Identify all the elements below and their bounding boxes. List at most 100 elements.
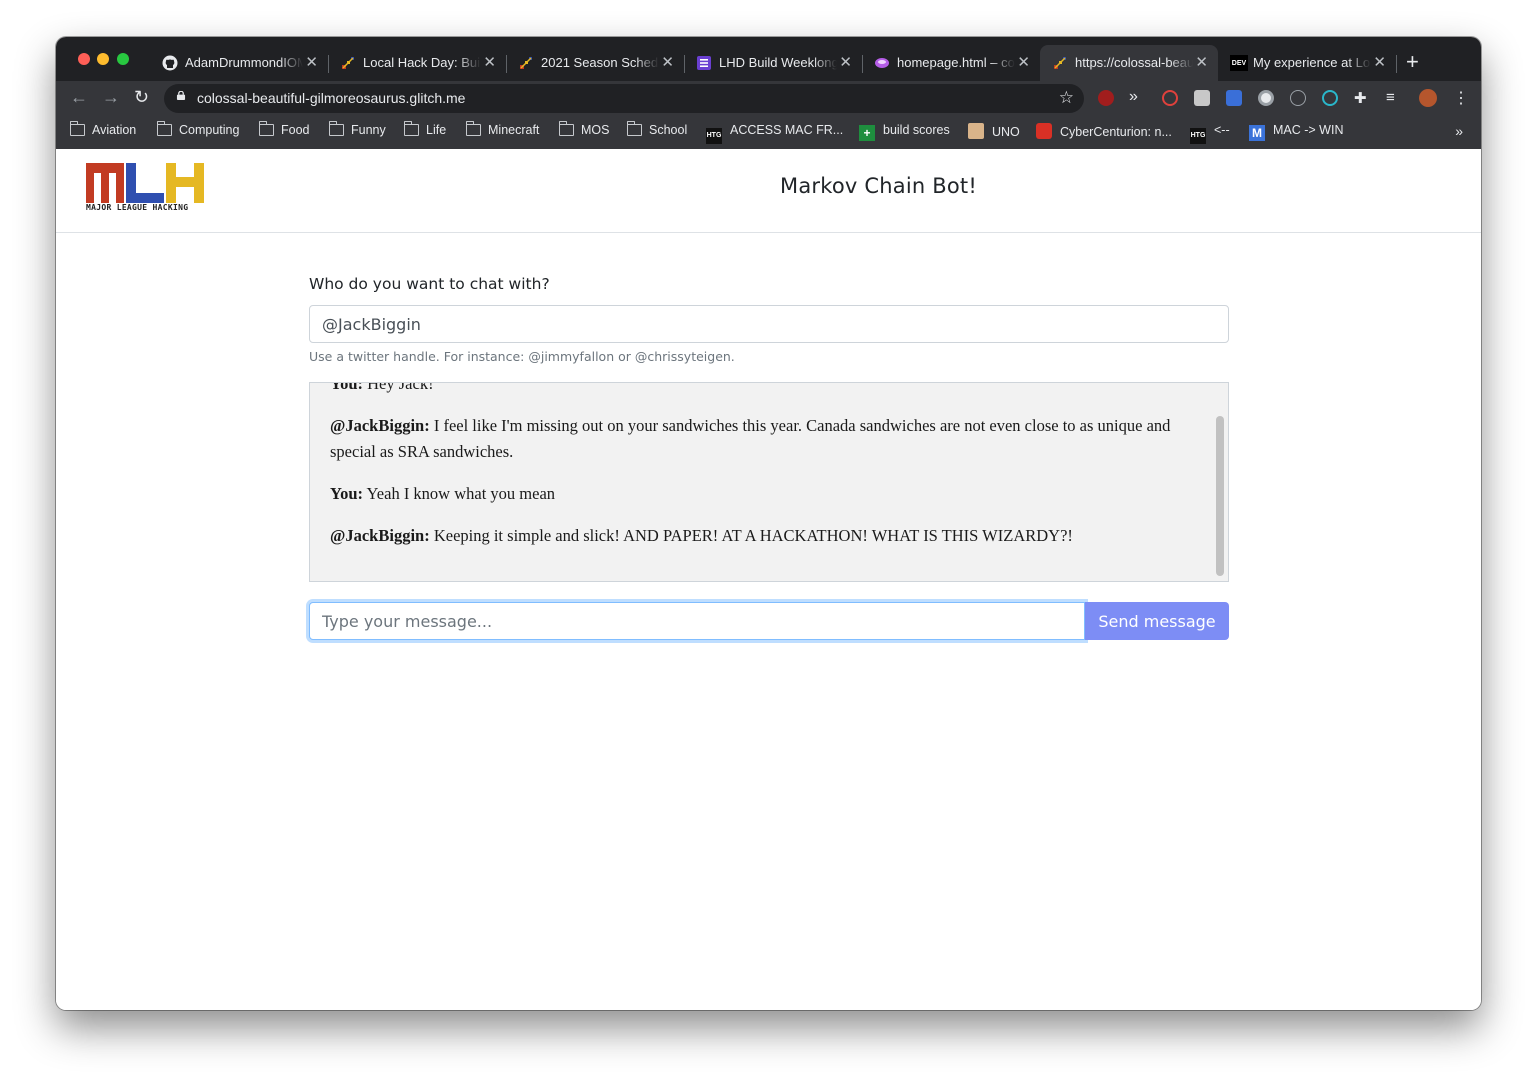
block-extension-icon[interactable] — [1162, 90, 1178, 106]
bookmark-back-arrow[interactable]: HTG <-- — [1190, 123, 1230, 144]
folder-icon — [558, 121, 574, 136]
chat-scrollbar-thumb[interactable] — [1216, 416, 1224, 576]
double-chevron-extension-icon[interactable]: » — [1129, 88, 1138, 106]
tab-strip: AdamDrummondIOM ✕ Local Hack Day: Build … — [56, 37, 1481, 81]
ublock-extension-icon[interactable] — [1098, 90, 1114, 106]
sync-extension-icon[interactable] — [1322, 90, 1338, 106]
mlh-icon — [518, 55, 534, 71]
list-icon — [696, 55, 712, 71]
message-text: Yeah I know what you mean — [366, 484, 556, 503]
new-tab-plus-icon[interactable]: + — [1406, 49, 1419, 75]
browser-toolbar: ← → ↻ colossal-beautiful-gilmoreosaurus.… — [56, 81, 1481, 117]
github-icon — [162, 55, 178, 71]
page-title: Markov Chain Bot! — [780, 174, 977, 198]
send-message-button[interactable]: Send message — [1085, 602, 1229, 640]
tab-my-experience[interactable]: DEV My experience at Local ✕ — [1218, 45, 1397, 81]
bookmark-mac-to-win[interactable]: M MAC -> WIN — [1249, 123, 1343, 141]
htg-icon: HTG — [706, 128, 722, 144]
message-sender: You: — [330, 382, 364, 393]
forward-arrow-icon[interactable]: → — [102, 87, 120, 108]
bookmark-build-scores[interactable]: + build scores — [859, 123, 950, 141]
folder-icon — [258, 121, 274, 136]
tab-colossal-active[interactable]: https://colossal-beautiful ✕ — [1040, 45, 1218, 81]
media-queue-icon[interactable]: ≡ — [1386, 89, 1395, 106]
clock-extension-icon[interactable] — [1290, 90, 1306, 106]
bookmark-folder-life[interactable]: Life — [403, 121, 446, 137]
tab-close-icon[interactable]: ✕ — [1373, 53, 1386, 71]
chat-message: You: Hey Jack! — [330, 382, 1190, 397]
bookmark-star-icon[interactable]: ☆ — [1059, 88, 1074, 108]
bookmark-folder-minecraft[interactable]: Minecraft — [465, 121, 539, 137]
folder-icon — [156, 121, 172, 136]
tab-close-icon[interactable]: ✕ — [839, 53, 852, 71]
chat-message: You: Yeah I know what you mean — [330, 481, 1190, 507]
chat-messages: You: Hey Jack! @JackBiggin: I feel like … — [330, 382, 1190, 565]
bookmark-access-mac[interactable]: HTG ACCESS MAC FR... — [706, 123, 843, 144]
bookmark-extension-icon[interactable] — [1226, 90, 1242, 106]
reload-icon[interactable]: ↻ — [134, 87, 149, 108]
twitter-handle-input[interactable] — [309, 305, 1229, 343]
more-menu-icon[interactable]: ⋮ — [1453, 88, 1469, 108]
tab-season-schedule[interactable]: 2021 Season Schedule ✕ — [506, 45, 685, 81]
folder-icon — [69, 121, 85, 136]
tab-lhd-build-weeklong[interactable]: LHD Build Weeklong ✕ — [684, 45, 863, 81]
maximize-window-button[interactable] — [117, 53, 129, 65]
handle-help-text: Use a twitter handle. For instance: @jim… — [309, 349, 735, 364]
m-icon: M — [1249, 125, 1265, 141]
tab-close-icon[interactable]: ✕ — [483, 53, 496, 71]
close-window-button[interactable] — [78, 53, 90, 65]
address-bar[interactable]: colossal-beautiful-gilmoreosaurus.glitch… — [164, 84, 1084, 113]
site-header: MAJOR LEAGUE HACKING Markov Chain Bot! — [56, 149, 1481, 233]
glitch-icon — [874, 55, 890, 71]
url-text: colossal-beautiful-gilmoreosaurus.glitch… — [197, 90, 466, 106]
cybercenturion-icon — [1036, 123, 1052, 139]
bookmark-folder-computing[interactable]: Computing — [156, 121, 239, 137]
tab-close-icon[interactable]: ✕ — [1017, 53, 1030, 71]
tab-title: AdamDrummondIOM — [185, 55, 303, 70]
tab-title: Local Hack Day: Build — [363, 55, 481, 70]
printer-extension-icon[interactable] — [1194, 90, 1210, 106]
mlh-icon — [340, 55, 356, 71]
mlh-icon — [1052, 55, 1068, 71]
tab-close-icon[interactable]: ✕ — [305, 53, 318, 71]
chat-partner-label: Who do you want to chat with? — [309, 275, 550, 293]
bookmark-folder-aviation[interactable]: Aviation — [69, 121, 136, 137]
message-input[interactable] — [309, 602, 1085, 640]
tab-local-hack-day[interactable]: Local Hack Day: Build ✕ — [328, 45, 507, 81]
logo-subtitle: MAJOR LEAGUE HACKING — [86, 203, 189, 212]
bookmark-folder-funny[interactable]: Funny — [328, 121, 386, 137]
message-text: Hey Jack! — [367, 382, 434, 393]
back-arrow-icon[interactable]: ← — [70, 87, 88, 108]
tab-title: My experience at Local — [1253, 55, 1371, 70]
bookmark-folder-food[interactable]: Food — [258, 121, 310, 137]
tab-title: homepage.html – code — [897, 55, 1015, 70]
lock-icon — [176, 91, 186, 100]
mlh-logo[interactable]: MAJOR LEAGUE HACKING — [86, 163, 206, 215]
bookmark-folder-school[interactable]: School — [626, 121, 687, 137]
record-extension-icon[interactable] — [1258, 90, 1274, 106]
browser-window: AdamDrummondIOM ✕ Local Hack Day: Build … — [56, 37, 1481, 1010]
tab-homepage-code[interactable]: homepage.html – code ✕ — [862, 45, 1040, 81]
tab-github[interactable]: AdamDrummondIOM ✕ — [150, 45, 329, 81]
sheets-icon: + — [859, 125, 875, 141]
minimize-window-button[interactable] — [97, 53, 109, 65]
bookmarks-bar: Aviation Computing Food Funny Life Minec… — [56, 117, 1481, 150]
message-sender: @JackBiggin: — [330, 526, 430, 545]
tab-title: LHD Build Weeklong — [719, 55, 837, 70]
tab-close-icon[interactable]: ✕ — [1195, 53, 1208, 71]
bookmark-cybercenturion[interactable]: CyberCenturion: n... — [1036, 123, 1172, 139]
tab-title: 2021 Season Schedule — [541, 55, 659, 70]
puzzle-extensions-icon[interactable]: ✚ — [1354, 89, 1367, 107]
chat-log[interactable]: You: Hey Jack! @JackBiggin: I feel like … — [309, 382, 1229, 582]
more-bookmarks-icon[interactable]: » — [1455, 123, 1463, 139]
uno-icon — [968, 123, 984, 139]
message-text: Keeping it simple and slick! AND PAPER! … — [433, 526, 1073, 545]
folder-icon — [328, 121, 344, 136]
chat-message: @JackBiggin: Keeping it simple and slick… — [330, 523, 1190, 549]
folder-icon — [626, 121, 642, 136]
tab-close-icon[interactable]: ✕ — [661, 53, 674, 71]
bookmark-folder-mos[interactable]: MOS — [558, 121, 609, 137]
bookmark-uno[interactable]: UNO — [968, 123, 1020, 139]
profile-avatar[interactable] — [1419, 89, 1437, 107]
message-text: I feel like I'm missing out on your sand… — [330, 416, 1171, 461]
